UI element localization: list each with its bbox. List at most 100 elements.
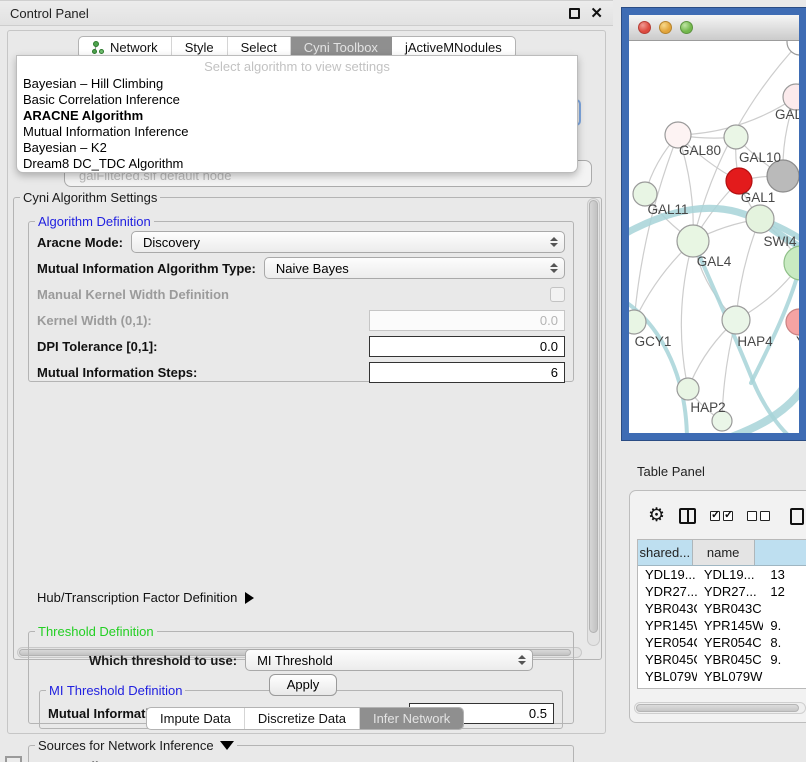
table-panel: ⚙ shared...nameA YDL19...YDL19...13YDR27… [629, 490, 806, 723]
collapsed-arrow-icon [245, 592, 254, 604]
network-icon [92, 41, 105, 55]
node-label: GAL [775, 107, 799, 122]
algorithm-dropdown-popup: Select algorithm to view settings Bayesi… [16, 55, 578, 173]
network-view-window[interactable]: GAL GAL80 GAL10 GAL11 GAL1 SWI4 GAL4 GCY1 HAP4 Y H… [622, 8, 806, 440]
table-horizontal-scrollbar[interactable] [634, 702, 806, 714]
network-edge [736, 219, 760, 320]
column-header[interactable]: A [755, 540, 806, 565]
tab-infer-network[interactable]: Infer Network [360, 708, 463, 729]
algorithm-option[interactable]: ARACNE Algorithm [17, 108, 577, 124]
node-table: shared...nameA YDL19...YDL19...13YDR27..… [637, 539, 806, 689]
algorithm-option[interactable]: Dream8 DC_TDC Algorithm [17, 156, 577, 172]
dpi-tolerance-label: DPI Tolerance [0,1]: [37, 339, 157, 354]
table-toolbar: ⚙ [636, 501, 806, 531]
network-node-HAP2[interactable] [677, 378, 699, 400]
column-header[interactable]: shared... [638, 540, 693, 565]
threshold-definition-title: Threshold Definition [35, 624, 157, 639]
node-label: Y [796, 334, 799, 349]
algorithm-option[interactable]: Basic Correlation Inference [17, 92, 577, 108]
table-row[interactable]: YDR27...YDR27...12 [638, 583, 806, 600]
table-row[interactable]: YER054CYER054C8. [638, 634, 806, 651]
zoom-window-icon[interactable] [680, 21, 693, 34]
table-row[interactable]: YBL079WYBL079W [638, 668, 806, 685]
stepper-icon [550, 237, 558, 247]
stepper-icon [550, 263, 558, 273]
mi-steps-label: Mutual Information Steps: [37, 365, 197, 380]
network-graph: GAL GAL80 GAL10 GAL11 GAL1 SWI4 GAL4 GCY1 HAP4 Y H… [629, 41, 799, 433]
algorithm-dropdown-placeholder: Select algorithm to view settings [17, 59, 577, 76]
control-panel-header: Control Panel ✕ [0, 0, 613, 26]
select-all-columns-icon[interactable] [710, 511, 733, 521]
network-node-GAL4[interactable] [677, 225, 709, 257]
table-row[interactable]: YPR145WYPR145W9. [638, 617, 806, 634]
network-node-pink2[interactable] [786, 309, 799, 335]
algorithm-option[interactable]: Bayesian – K2 [17, 140, 577, 156]
network-node-HAP4[interactable] [722, 306, 750, 334]
algorithm-option[interactable]: Mutual Information Inference [17, 124, 577, 140]
apply-button[interactable]: Apply [269, 674, 337, 696]
node-label: GAL1 [741, 190, 776, 205]
minimized-panel-icon[interactable] [5, 756, 22, 762]
mi-type-combo[interactable]: Naive Bayes [264, 257, 565, 279]
network-canvas[interactable]: GAL GAL80 GAL10 GAL11 GAL1 SWI4 GAL4 GCY1 HAP4 Y H… [629, 41, 799, 433]
table-row[interactable]: YDL19...YDL19...13 [638, 566, 806, 583]
minimize-window-icon[interactable] [659, 21, 672, 34]
table-panel-title: Table Panel [637, 464, 705, 479]
node-label: GCY1 [635, 334, 672, 349]
control-panel-title: Control Panel [10, 6, 89, 21]
kernel-width-label: Kernel Width (0,1): [37, 313, 152, 328]
node-label: SWI4 [763, 234, 796, 249]
close-window-icon[interactable] [638, 21, 651, 34]
float-panel-icon[interactable] [569, 8, 580, 19]
node-label: GAL10 [739, 150, 781, 165]
network-node-GCY1[interactable] [629, 310, 646, 334]
app-root: Control Panel ✕ NetworkStyleSelectCyni T… [0, 0, 806, 762]
tab-discretize-data[interactable]: Discretize Data [245, 708, 360, 729]
close-panel-icon[interactable]: ✕ [590, 8, 603, 19]
algorithm-definition-title: Algorithm Definition [35, 214, 154, 229]
table-row[interactable]: YLR345WYLR345W9. [638, 685, 806, 689]
node-label: GAL4 [697, 254, 732, 269]
aracne-mode-label: Aracne Mode: [37, 235, 123, 250]
column-header[interactable]: name [693, 540, 755, 565]
deselect-all-columns-icon[interactable] [747, 511, 770, 521]
hub-factor-section-toggle[interactable]: Hub/Transcription Factor Definition [37, 590, 254, 605]
node-label: GAL80 [679, 143, 721, 158]
dpi-tolerance-field[interactable]: 0.0 [369, 336, 565, 357]
hub-factor-label: Hub/Transcription Factor Definition [37, 590, 237, 605]
algorithm-option[interactable]: Bayesian – Hill Climbing [17, 76, 577, 92]
cyni-settings-panel: Cyni Algorithm Settings Algorithm Defini… [13, 190, 602, 660]
network-node-GAL10[interactable] [724, 125, 748, 149]
manual-kernel-label: Manual Kernel Width Definition [37, 287, 229, 302]
network-node-GAL1[interactable] [746, 205, 774, 233]
sources-group: Sources for Network Inference Data Attri… [28, 738, 574, 762]
which-threshold-label: Which threshold to use: [89, 653, 237, 668]
tab-impute-data[interactable]: Impute Data [147, 708, 245, 729]
stepper-icon [518, 655, 526, 665]
manual-kernel-checkbox[interactable] [550, 287, 565, 302]
expanded-arrow-icon [220, 741, 234, 750]
table-row[interactable]: YBR043CYBR043C [638, 600, 806, 617]
sources-title-text: Sources for Network Inference [38, 738, 214, 753]
network-node-bigGreen[interactable] [784, 246, 799, 280]
algorithm-definition-group: Algorithm Definition Aracne Mode: Discov… [28, 214, 574, 382]
node-label: HAP2 [690, 400, 725, 415]
network-node-top[interactable] [787, 41, 799, 55]
settings-vertical-scrollbar[interactable] [587, 198, 600, 646]
sources-title[interactable]: Sources for Network Inference [35, 738, 237, 753]
cyni-mode-tabbar: Impute DataDiscretize DataInfer Network [146, 707, 464, 730]
mi-steps-field[interactable]: 6 [369, 362, 565, 383]
mi-threshold-group-title: MI Threshold Definition [46, 683, 185, 698]
kernel-width-field[interactable]: 0.0 [369, 310, 565, 331]
node-label: HAP4 [737, 334, 773, 349]
document-icon[interactable] [790, 508, 804, 525]
network-window-titlebar [629, 15, 799, 41]
aracne-mode-combo[interactable]: Discovery [131, 231, 565, 253]
split-columns-icon[interactable] [679, 508, 696, 524]
node-label: GAL11 [647, 202, 688, 217]
gear-icon[interactable]: ⚙ [648, 506, 665, 526]
mi-type-label: Mutual Information Algorithm Type: [37, 261, 256, 276]
network-edge [681, 241, 693, 389]
which-threshold-combo[interactable]: MI Threshold [245, 649, 533, 671]
table-row[interactable]: YBR045CYBR045C9. [638, 651, 806, 668]
